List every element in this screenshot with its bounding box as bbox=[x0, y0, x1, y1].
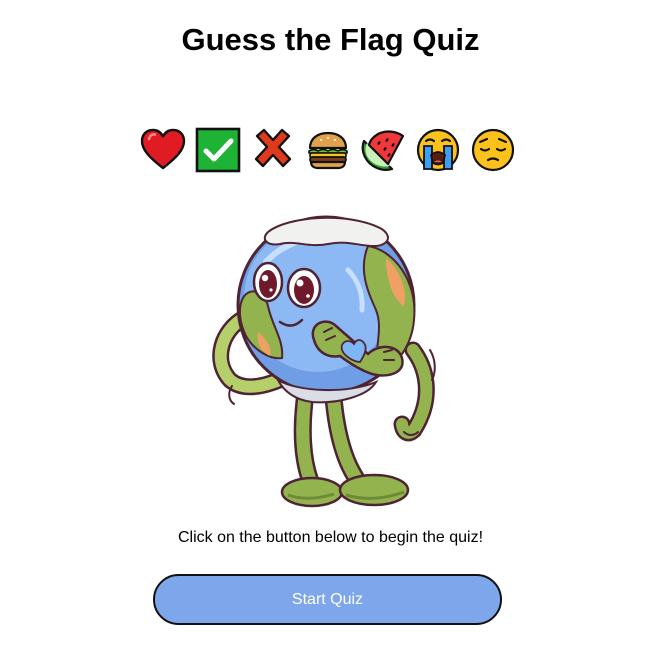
check-mark-button-icon bbox=[195, 127, 241, 173]
page-title: Guess the Flag Quiz bbox=[181, 22, 480, 57]
watermelon-icon bbox=[361, 130, 405, 171]
earth-mascot-illustration bbox=[212, 215, 436, 508]
quiz-start-page: Guess the Flag Quiz Click on the button … bbox=[0, 0, 661, 660]
cross-mark-icon bbox=[254, 128, 292, 168]
hamburger-icon bbox=[308, 131, 348, 170]
start-quiz-button[interactable]: Start Quiz bbox=[153, 574, 502, 625]
pensive-face-icon bbox=[471, 128, 515, 172]
instruction-text: Click on the button below to begin the q… bbox=[177, 529, 484, 546]
red-heart-icon bbox=[140, 128, 186, 170]
emoji-row bbox=[140, 127, 520, 173]
loudly-crying-face-icon bbox=[416, 128, 460, 172]
